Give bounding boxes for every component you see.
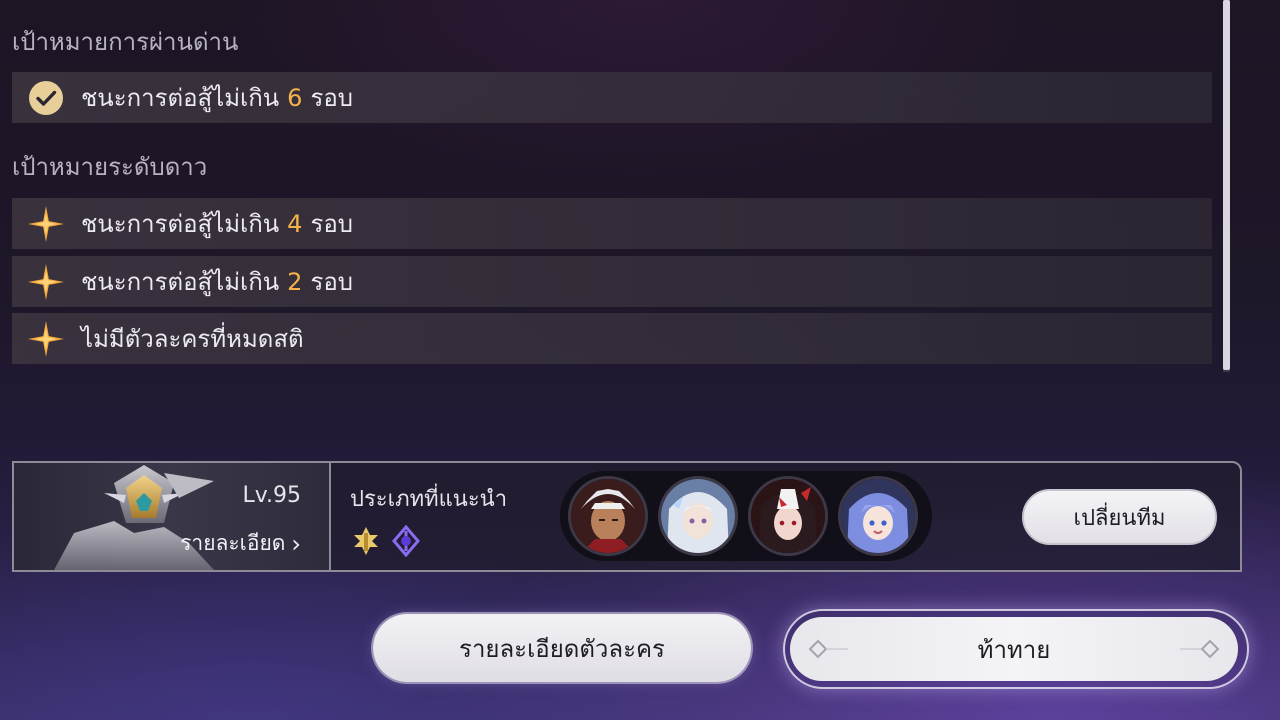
star-goal-text: ไม่มีตัวละครที่หมดสติ bbox=[81, 325, 304, 353]
clear-goal-row: ชนะการต่อสู้ไม่เกิน 6 รอบ bbox=[12, 72, 1212, 123]
enemy-details-label: รายละเอียด bbox=[180, 531, 286, 555]
check-circle-icon bbox=[27, 79, 65, 117]
recommended-types-label: ประเภทที่แนะนำ bbox=[350, 487, 508, 512]
star-goals-title: เป้าหมายระดับดาว bbox=[12, 153, 208, 181]
team-members bbox=[560, 471, 932, 561]
star-icon bbox=[27, 263, 65, 301]
character-avatar-1[interactable] bbox=[568, 476, 648, 556]
scrollbar-thumb[interactable] bbox=[1223, 0, 1230, 370]
character-avatar-4[interactable] bbox=[838, 476, 918, 556]
change-team-button[interactable]: เปลี่ยนทีม bbox=[1022, 489, 1217, 545]
enemy-card[interactable]: Lv.95 รายละเอียด › bbox=[14, 463, 331, 570]
preservation-path-icon bbox=[350, 525, 382, 557]
star-goal-row: ชนะการต่อสู้ไม่เกิน 4 รอบ bbox=[12, 198, 1212, 249]
diamond-ornament-icon bbox=[808, 617, 848, 681]
enemy-level: Lv.95 bbox=[242, 483, 301, 508]
star-goal-row: ชนะการต่อสู้ไม่เกิน 2 รอบ bbox=[12, 256, 1212, 307]
nihility-path-icon bbox=[390, 525, 422, 557]
team-panel: Lv.95 รายละเอียด › ประเภทที่แนะนำ เปลี่ย… bbox=[12, 461, 1242, 572]
star-goal-text: ชนะการต่อสู้ไม่เกิน 4 รอบ bbox=[81, 210, 353, 238]
star-goal-row: ไม่มีตัวละครที่หมดสติ bbox=[12, 313, 1212, 364]
star-goal-text: ชนะการต่อสู้ไม่เกิน 2 รอบ bbox=[81, 268, 353, 296]
character-avatar-3[interactable] bbox=[748, 476, 828, 556]
clear-goals-title: เป้าหมายการผ่านด่าน bbox=[12, 28, 239, 56]
chevron-right-icon: › bbox=[291, 529, 301, 558]
enemy-details-link[interactable]: รายละเอียด › bbox=[180, 527, 301, 560]
character-details-button[interactable]: รายละเอียดตัวละคร bbox=[373, 614, 751, 682]
challenge-label: ท้าทาย bbox=[977, 635, 1051, 664]
recommended-paths bbox=[350, 525, 422, 557]
character-avatar-2[interactable] bbox=[658, 476, 738, 556]
diamond-ornament-icon bbox=[1180, 617, 1220, 681]
challenge-button[interactable]: ท้าทาย bbox=[790, 617, 1238, 681]
goals-scrollbar[interactable] bbox=[1223, 0, 1230, 372]
star-icon bbox=[27, 205, 65, 243]
star-icon bbox=[27, 320, 65, 358]
clear-goal-text: ชนะการต่อสู้ไม่เกิน 6 รอบ bbox=[81, 84, 353, 112]
